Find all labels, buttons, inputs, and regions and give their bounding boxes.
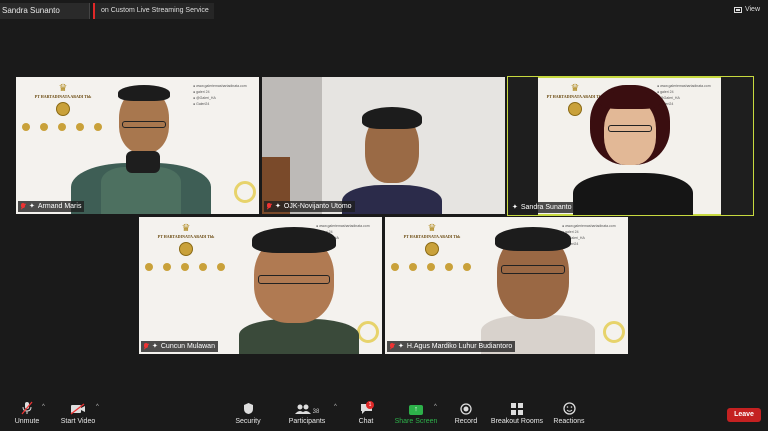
people-icon: 38 bbox=[286, 398, 328, 415]
microphone-muted-icon bbox=[143, 342, 149, 351]
video-tile[interactable]: ♛ PT HARTADINATA ABADI Tbk www.galeriema… bbox=[139, 217, 382, 354]
participant-nameplate: ✦ Sandra Sunanto bbox=[510, 202, 575, 213]
security-button[interactable]: Security bbox=[232, 398, 264, 431]
video-options-caret[interactable]: ^ bbox=[96, 404, 99, 410]
pin-icon: ✦ bbox=[29, 203, 35, 210]
unmute-label: Unmute bbox=[14, 418, 40, 425]
participant-video bbox=[473, 225, 603, 354]
chevron-down-icon[interactable]: ▼ bbox=[213, 8, 214, 14]
pin-icon: ✦ bbox=[512, 204, 518, 211]
letterbox bbox=[508, 77, 538, 215]
leave-button[interactable]: Leave bbox=[727, 408, 761, 422]
host-name: Sandra Sunanto bbox=[0, 3, 90, 19]
participant-video bbox=[568, 85, 698, 215]
video-tile-active-speaker[interactable]: ♛ PT HARTADINATA ABADI Tbk www.galeriema… bbox=[507, 76, 754, 216]
emblem-icon bbox=[425, 242, 439, 256]
microphone-muted-icon bbox=[266, 202, 272, 211]
video-off-icon bbox=[58, 398, 98, 415]
share-screen-icon: ↑ bbox=[409, 405, 423, 415]
video-tile[interactable]: ♛ PT HARTADINATA ABADI Tbk www.galeriema… bbox=[385, 217, 628, 354]
ring-decoration bbox=[603, 321, 625, 343]
start-video-button[interactable]: Start Video bbox=[58, 398, 98, 431]
company-logo: ♛ PT HARTADINATA ABADI Tbk bbox=[397, 223, 467, 256]
award-icons bbox=[391, 263, 471, 271]
company-name: PT HARTADINATA ABADI Tbk bbox=[157, 234, 215, 239]
record-label: Record bbox=[454, 418, 478, 425]
participant-nameplate: ✦ H.Agus Mardiko Luhur Budiantoro bbox=[387, 341, 516, 352]
participant-nameplate: ✦ Armand Maris bbox=[18, 201, 85, 212]
view-label: View bbox=[744, 6, 760, 13]
crown-icon: ♛ bbox=[181, 223, 191, 234]
participant-name: Sandra Sunanto bbox=[520, 204, 572, 211]
company-logo: ♛ PT HARTADINATA ABADI Tbk bbox=[151, 223, 221, 256]
pin-icon: ✦ bbox=[398, 343, 404, 350]
pin-icon: ✦ bbox=[275, 203, 281, 210]
chat-badge: 1 bbox=[366, 401, 374, 409]
chat-label: Chat bbox=[358, 418, 374, 425]
participant-video bbox=[234, 227, 364, 354]
view-button[interactable]: View bbox=[733, 6, 760, 13]
ring-decoration bbox=[234, 181, 256, 203]
share-screen-label: Share Screen bbox=[394, 418, 438, 425]
smiley-icon bbox=[552, 398, 586, 415]
participants-options-caret[interactable]: ^ bbox=[334, 404, 337, 410]
share-options-caret[interactable]: ^ bbox=[434, 404, 437, 410]
record-icon bbox=[452, 398, 480, 415]
microphone-muted-icon bbox=[389, 342, 395, 351]
participants-count: 38 bbox=[312, 409, 320, 415]
microphone-muted-icon bbox=[20, 202, 26, 211]
live-stream-button[interactable]: on Custom Live Streaming Service ▼ bbox=[93, 3, 214, 19]
participant-nameplate: ✦ OJK-Novijanto Utomo bbox=[264, 201, 355, 212]
audio-options-caret[interactable]: ^ bbox=[42, 404, 45, 410]
participant-name: H.Agus Mardiko Luhur Budiantoro bbox=[406, 343, 513, 350]
crown-icon: ♛ bbox=[427, 223, 437, 234]
breakout-rooms-label: Breakout Rooms bbox=[490, 418, 544, 425]
letterbox bbox=[721, 77, 753, 215]
start-video-label: Start Video bbox=[60, 418, 96, 425]
participants-label: Participants bbox=[288, 418, 326, 425]
participants-button[interactable]: 38 Participants bbox=[286, 398, 328, 431]
emblem-icon bbox=[56, 102, 70, 116]
microphone-muted-icon bbox=[10, 398, 44, 415]
unmute-button[interactable]: Unmute bbox=[10, 398, 44, 431]
award-icons bbox=[145, 263, 225, 271]
chat-button[interactable]: 1 Chat bbox=[354, 398, 378, 431]
breakout-rooms-button[interactable]: Breakout Rooms bbox=[490, 398, 544, 431]
participant-video bbox=[71, 85, 211, 214]
video-tile[interactable]: ✦ OJK-Novijanto Utomo bbox=[262, 77, 505, 214]
emblem-icon bbox=[179, 242, 193, 256]
top-bar: Sandra Sunanto on Custom Live Streaming … bbox=[0, 0, 768, 22]
security-label: Security bbox=[235, 418, 261, 425]
reactions-button[interactable]: Reactions bbox=[552, 398, 586, 431]
participant-name: Armand Maris bbox=[37, 203, 82, 210]
participant-name: Cuncun Mulawan bbox=[160, 343, 215, 350]
view-icon bbox=[733, 6, 742, 13]
participant-video bbox=[332, 105, 452, 214]
meeting-toolbar: Unmute ^ Start Video ^ Security 38 Parti… bbox=[0, 398, 768, 431]
reactions-label: Reactions bbox=[553, 418, 585, 425]
grid-icon bbox=[490, 398, 544, 415]
record-button[interactable]: Record bbox=[452, 398, 480, 431]
video-tile[interactable]: ♛ PT HARTADINATA ABADI Tbk www.galeriema… bbox=[16, 77, 259, 214]
participant-nameplate: ✦ Cuncun Mulawan bbox=[141, 341, 218, 352]
shield-icon bbox=[232, 398, 264, 415]
company-name: PT HARTADINATA ABADI Tbk bbox=[403, 234, 461, 239]
participant-name: OJK-Novijanto Utomo bbox=[283, 203, 352, 210]
live-stream-label: on Custom Live Streaming Service bbox=[101, 7, 209, 14]
pin-icon: ✦ bbox=[152, 343, 158, 350]
share-screen-button[interactable]: ↑ Share Screen bbox=[394, 398, 438, 431]
